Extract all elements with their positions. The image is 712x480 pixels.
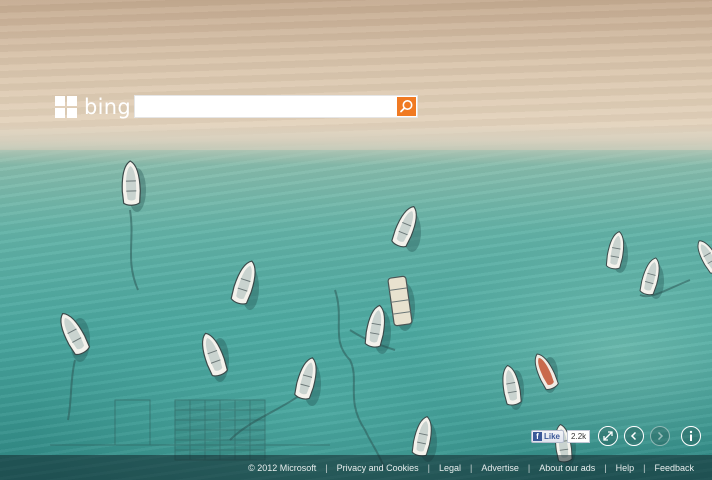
like-label: Like [544, 432, 561, 441]
help-link[interactable]: Help [616, 463, 635, 473]
previous-image-button[interactable] [624, 426, 644, 446]
footer-separator: | [527, 462, 531, 473]
info-icon [689, 430, 693, 441]
next-image-button[interactable] [650, 426, 670, 446]
bing-logo[interactable]: bing [55, 95, 131, 119]
facebook-icon: f [533, 432, 542, 441]
footer-separator: | [604, 462, 607, 473]
chevron-left-icon [630, 431, 637, 441]
chevron-right-icon [657, 431, 664, 441]
footer-separator: | [470, 462, 473, 473]
about-ads-link[interactable]: About our ads [539, 463, 595, 473]
homepage: bing f Like 2.2k © 2012 Microsoft | Priv… [0, 0, 712, 480]
footer-links: © 2012 Microsoft | Privacy and Cookies |… [248, 455, 694, 480]
legal-link[interactable]: Legal [439, 463, 461, 473]
image-info-button[interactable] [681, 426, 701, 446]
facebook-like-widget: f Like 2.2k [531, 430, 591, 443]
copyright-text: © 2012 Microsoft [248, 462, 317, 473]
fullscreen-button[interactable] [598, 426, 618, 446]
facebook-like-button[interactable]: f Like [531, 430, 565, 443]
footer-separator: | [325, 462, 328, 473]
search-box [134, 95, 418, 118]
windows-logo-icon [55, 96, 77, 118]
privacy-link[interactable]: Privacy and Cookies [337, 463, 419, 473]
background-photo-boats [50, 160, 712, 471]
search-input[interactable] [135, 96, 395, 117]
footer-separator: | [427, 462, 430, 473]
search-button[interactable] [397, 97, 416, 116]
like-count: 2.2k [567, 430, 591, 443]
advertise-link[interactable]: Advertise [481, 463, 519, 473]
footer: © 2012 Microsoft | Privacy and Cookies |… [0, 455, 712, 480]
magnifier-icon [400, 100, 413, 113]
footer-separator: | [643, 462, 646, 473]
brand-name: bing [84, 95, 132, 119]
feedback-link[interactable]: Feedback [654, 463, 694, 473]
expand-icon [603, 431, 613, 441]
